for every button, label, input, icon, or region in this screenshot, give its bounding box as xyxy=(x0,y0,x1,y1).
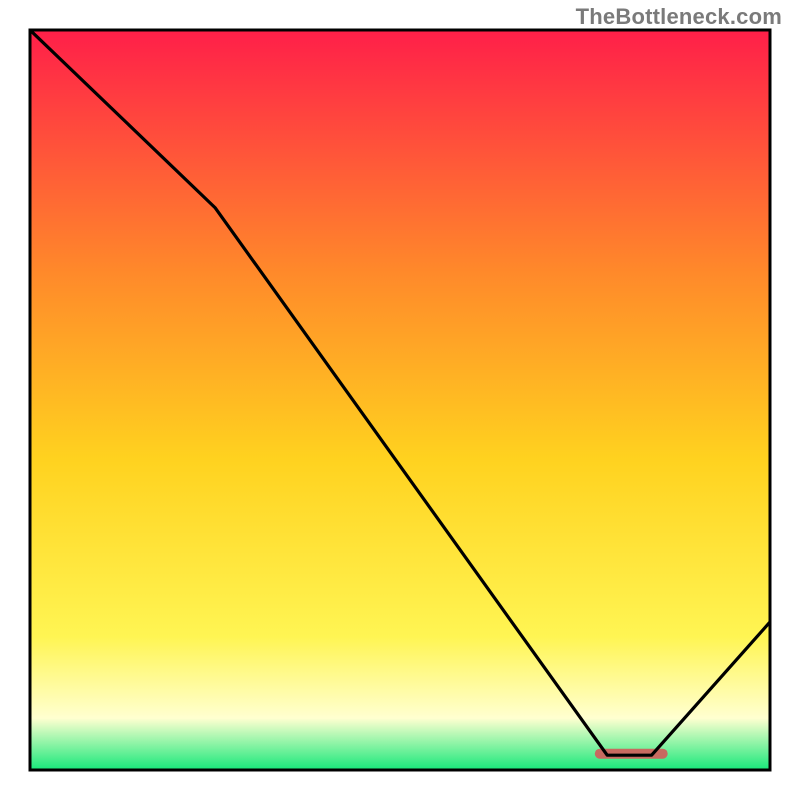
chart-svg xyxy=(0,0,800,800)
gradient-background xyxy=(30,30,770,770)
chart-container: TheBottleneck.com xyxy=(0,0,800,800)
watermark-text: TheBottleneck.com xyxy=(576,4,782,30)
